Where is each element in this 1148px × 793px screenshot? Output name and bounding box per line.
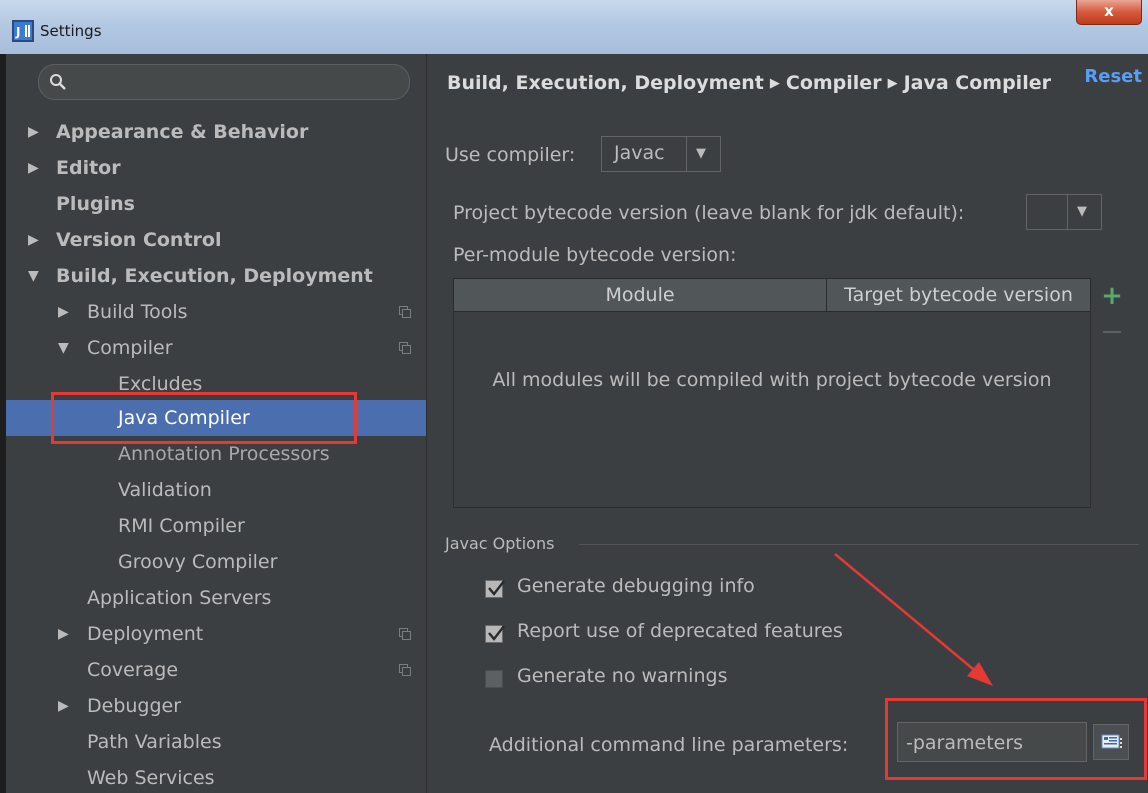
checkbox-checked[interactable]: [485, 580, 505, 598]
project-bytecode-select[interactable]: ▼: [1026, 194, 1102, 230]
sidebar-item-rmi-compiler[interactable]: RMI Compiler: [6, 508, 426, 544]
sidebar-item-label: Appearance & Behavior: [56, 121, 309, 143]
sidebar-item-groovy-compiler[interactable]: Groovy Compiler: [6, 544, 426, 580]
combo-divider: [686, 137, 687, 171]
sidebar-item-debugger[interactable]: ▶ Debugger: [6, 688, 426, 724]
breadcrumb-part: Java Compiler: [903, 72, 1051, 94]
additional-params-label: Additional command line parameters:: [489, 734, 849, 756]
sidebar-item-version-control[interactable]: ▶ Version Control: [6, 222, 426, 258]
section-divider: [579, 544, 1139, 545]
checkmark-icon: [488, 580, 505, 596]
window-title: Settings: [40, 22, 102, 40]
params-highlight-annotation: [885, 698, 1147, 780]
close-icon: x: [1104, 2, 1114, 20]
combo-divider: [1067, 195, 1068, 229]
sidebar-item-build-execution-deployment[interactable]: ▼ Build, Execution, Deployment: [6, 258, 426, 294]
module-bytecode-table[interactable]: Module Target bytecode version All modul…: [453, 278, 1091, 508]
sidebar-item-label: Build Tools: [87, 301, 188, 323]
java-compiler-highlight-annotation: [51, 392, 357, 444]
sidebar-item-path-variables[interactable]: Path Variables: [6, 724, 426, 760]
table-empty-message: All modules will be compiled with projec…: [492, 369, 1052, 391]
sidebar-item-application-servers[interactable]: Application Servers: [6, 580, 426, 616]
breadcrumb-part: Compiler: [785, 72, 882, 94]
sidebar-item-label: Validation: [118, 479, 212, 501]
breadcrumb-separator-icon: ▶: [887, 76, 898, 91]
checkmark-icon: [488, 625, 505, 641]
sidebar-item-label: Path Variables: [87, 731, 222, 753]
sidebar-item-label: Web Services: [87, 767, 215, 789]
minus-icon: [1103, 331, 1121, 333]
settings-window: J Settings x ▶ Appearance & Behavior ▶ E…: [0, 0, 1148, 793]
sidebar-item-label: Build, Execution, Deployment: [56, 265, 373, 287]
compiler-select-value: Javac: [614, 142, 665, 164]
breadcrumb-part: Build, Execution, Deployment: [447, 72, 764, 94]
sidebar-item-label: Coverage: [87, 659, 179, 681]
project-settings-icon: [399, 342, 411, 354]
chevron-down-icon[interactable]: ▼: [1077, 204, 1087, 219]
settings-content-panel: Build, Execution, Deployment ▶ Compiler ▶ Ja…: [427, 54, 1148, 793]
option-label: Generate debugging info: [517, 575, 755, 597]
sidebar-item-label: Groovy Compiler: [118, 551, 278, 573]
table-header: Module Target bytecode version: [454, 279, 1090, 312]
plus-icon: +: [1101, 281, 1123, 311]
sidebar-item-label: Application Servers: [87, 587, 272, 609]
collapsed-arrow-icon[interactable]: ▶: [28, 114, 39, 150]
use-compiler-label: Use compiler:: [445, 144, 576, 166]
collapsed-arrow-icon[interactable]: ▶: [28, 222, 39, 258]
project-settings-icon: [399, 306, 411, 318]
close-button[interactable]: x: [1076, 0, 1142, 25]
reset-link[interactable]: Reset: [1084, 66, 1142, 87]
breadcrumb: Build, Execution, Deployment ▶ Compiler ▶ Ja…: [447, 72, 1051, 94]
column-header-module[interactable]: Module: [454, 279, 827, 311]
breadcrumb-separator-icon: ▶: [769, 76, 780, 91]
sidebar-item-label: Debugger: [87, 695, 182, 717]
sidebar-item-plugins[interactable]: Plugins: [6, 186, 426, 222]
sidebar-item-build-tools[interactable]: ▶ Build Tools: [6, 294, 426, 330]
per-module-bytecode-label: Per-module bytecode version:: [453, 244, 737, 266]
search-box[interactable]: [38, 64, 410, 100]
settings-sidebar: ▶ Appearance & Behavior ▶ Editor Plugins…: [6, 54, 427, 793]
sidebar-item-label: Version Control: [56, 229, 222, 251]
expanded-arrow-icon[interactable]: ▼: [58, 330, 69, 366]
javac-options-title: Javac Options: [445, 534, 555, 553]
intellij-app-icon: J: [12, 20, 34, 42]
sidebar-item-appearance-behavior[interactable]: ▶ Appearance & Behavior: [6, 114, 426, 150]
collapsed-arrow-icon[interactable]: ▶: [58, 294, 69, 330]
sidebar-item-compiler[interactable]: ▼ Compiler: [6, 330, 426, 366]
search-input[interactable]: [73, 69, 397, 95]
checkbox-checked[interactable]: [485, 625, 505, 643]
sidebar-item-label: Deployment: [87, 623, 204, 645]
compiler-select[interactable]: Javac ▼: [601, 136, 721, 172]
sidebar-item-deployment[interactable]: ▶ Deployment: [6, 616, 426, 652]
sidebar-item-editor[interactable]: ▶ Editor: [6, 150, 426, 186]
svg-text:J: J: [15, 25, 20, 39]
title-bar[interactable]: J Settings x: [0, 0, 1148, 55]
option-label: Report use of deprecated features: [517, 620, 843, 642]
column-header-target-bytecode[interactable]: Target bytecode version: [827, 279, 1090, 311]
project-bytecode-label: Project bytecode version (leave blank fo…: [453, 202, 965, 224]
collapsed-arrow-icon[interactable]: ▶: [58, 616, 69, 652]
project-settings-icon: [399, 664, 411, 676]
project-settings-icon: [399, 628, 411, 640]
checkbox-unchecked[interactable]: [485, 670, 503, 688]
search-icon: [50, 74, 66, 90]
remove-module-button[interactable]: [1101, 330, 1123, 334]
sidebar-item-label: Editor: [56, 157, 121, 179]
expanded-arrow-icon[interactable]: ▼: [28, 258, 39, 294]
collapsed-arrow-icon[interactable]: ▶: [28, 150, 39, 186]
sidebar-item-validation[interactable]: Validation: [6, 472, 426, 508]
chevron-down-icon[interactable]: ▼: [696, 146, 706, 161]
option-label: Generate no warnings: [517, 665, 728, 687]
sidebar-item-web-services[interactable]: Web Services: [6, 760, 426, 793]
sidebar-item-label: RMI Compiler: [118, 515, 245, 537]
sidebar-item-label: Compiler: [87, 337, 173, 359]
add-module-button[interactable]: +: [1101, 283, 1123, 309]
sidebar-item-coverage[interactable]: Coverage: [6, 652, 426, 688]
sidebar-item-label: Plugins: [56, 193, 135, 215]
collapsed-arrow-icon[interactable]: ▶: [58, 688, 69, 724]
